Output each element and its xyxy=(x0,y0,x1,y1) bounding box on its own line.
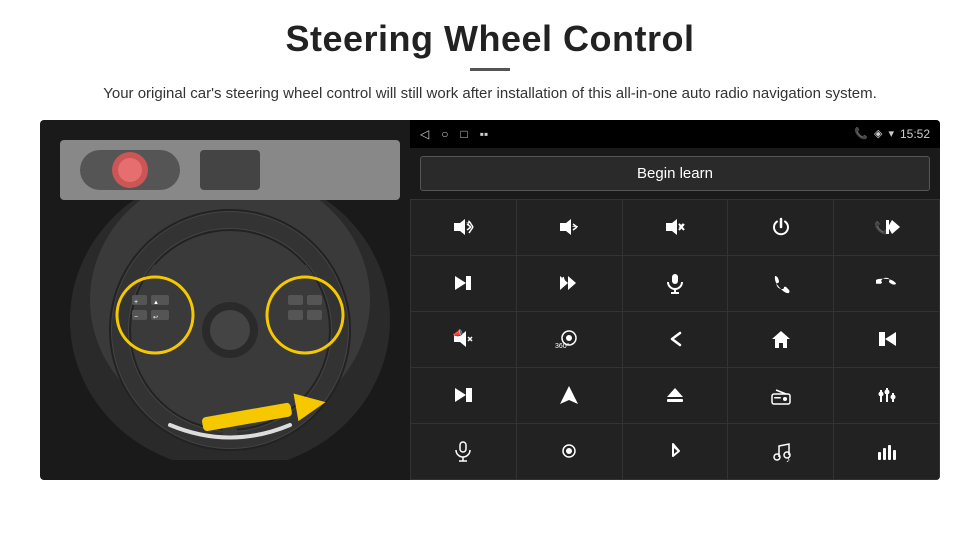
power-button[interactable] xyxy=(728,200,833,255)
android-panel: ◁ ○ □ ▪▪ 📞 ◈ ▾ 15:52 Begin learn xyxy=(410,120,940,480)
svg-text:▲: ▲ xyxy=(153,300,159,306)
mic2-button[interactable] xyxy=(411,424,516,479)
steering-wheel-svg: + − ▲ ↩ xyxy=(60,140,400,460)
radio-button[interactable] xyxy=(728,368,833,423)
eject-button[interactable] xyxy=(623,368,728,423)
svg-text:+: + xyxy=(466,218,471,228)
eq-button[interactable] xyxy=(834,368,939,423)
bluetooth-button[interactable] xyxy=(623,424,728,479)
svg-text:−: − xyxy=(572,221,578,233)
vol-down-button[interactable]: − xyxy=(517,200,622,255)
begin-learn-button[interactable]: Begin learn xyxy=(420,156,930,191)
mute-button[interactable]: × xyxy=(623,200,728,255)
next-track-button[interactable] xyxy=(411,256,516,311)
android-panel-wrapper: ◁ ○ □ ▪▪ 📞 ◈ ▾ 15:52 Begin learn xyxy=(410,120,940,480)
page-wrapper: Steering Wheel Control Your original car… xyxy=(0,0,980,548)
svg-text:360°: 360° xyxy=(555,342,570,350)
svg-text:↩: ↩ xyxy=(153,315,158,321)
hangup-button[interactable] xyxy=(834,256,939,311)
phone-button[interactable] xyxy=(728,256,833,311)
settings-button[interactable] xyxy=(517,424,622,479)
status-icons-left: ◁ ○ □ ▪▪ xyxy=(420,127,488,141)
prev-call-button[interactable]: 📞 xyxy=(834,200,939,255)
svg-text:−: − xyxy=(134,314,138,321)
svg-text:+: + xyxy=(134,299,138,306)
svg-text:♪: ♪ xyxy=(786,455,790,462)
battery-icon: ▪▪ xyxy=(480,127,489,141)
wifi-icon: ▾ xyxy=(888,127,894,140)
content-area: + − ▲ ↩ xyxy=(40,120,940,480)
begin-learn-row: Begin learn xyxy=(410,148,940,199)
status-right: 📞 ◈ ▾ 15:52 xyxy=(854,127,930,141)
navigate-button[interactable] xyxy=(517,368,622,423)
location-icon: ◈ xyxy=(874,127,882,140)
page-subtitle: Your original car's steering wheel contr… xyxy=(103,83,877,106)
back-button[interactable] xyxy=(623,312,728,367)
skip-fwd-button[interactable] xyxy=(411,368,516,423)
home-button[interactable] xyxy=(728,312,833,367)
title-divider xyxy=(470,68,510,71)
fast-fwd-button[interactable] xyxy=(517,256,622,311)
spectrum-button[interactable] xyxy=(834,424,939,479)
svg-text:📣: 📣 xyxy=(453,329,463,338)
vol-up-button[interactable]: + xyxy=(411,200,516,255)
status-bar: ◁ ○ □ ▪▪ 📞 ◈ ▾ 15:52 xyxy=(410,120,940,148)
home-circle-icon: ○ xyxy=(441,127,448,141)
time-display: 15:52 xyxy=(900,127,930,141)
phone-icon: 📞 xyxy=(854,127,868,140)
page-title: Steering Wheel Control xyxy=(285,18,694,60)
horn-button[interactable]: 📣 xyxy=(411,312,516,367)
svg-text:×: × xyxy=(678,221,684,232)
steering-wheel-image: + − ▲ ↩ xyxy=(40,120,410,480)
microphone-button[interactable] xyxy=(623,256,728,311)
back-arrow-icon: ◁ xyxy=(420,127,429,141)
recents-icon: □ xyxy=(460,127,467,141)
skip-back-button[interactable] xyxy=(834,312,939,367)
control-grid: + − xyxy=(410,199,940,480)
music-button[interactable]: ♪ xyxy=(728,424,833,479)
camera-360-button[interactable]: 360° xyxy=(517,312,622,367)
